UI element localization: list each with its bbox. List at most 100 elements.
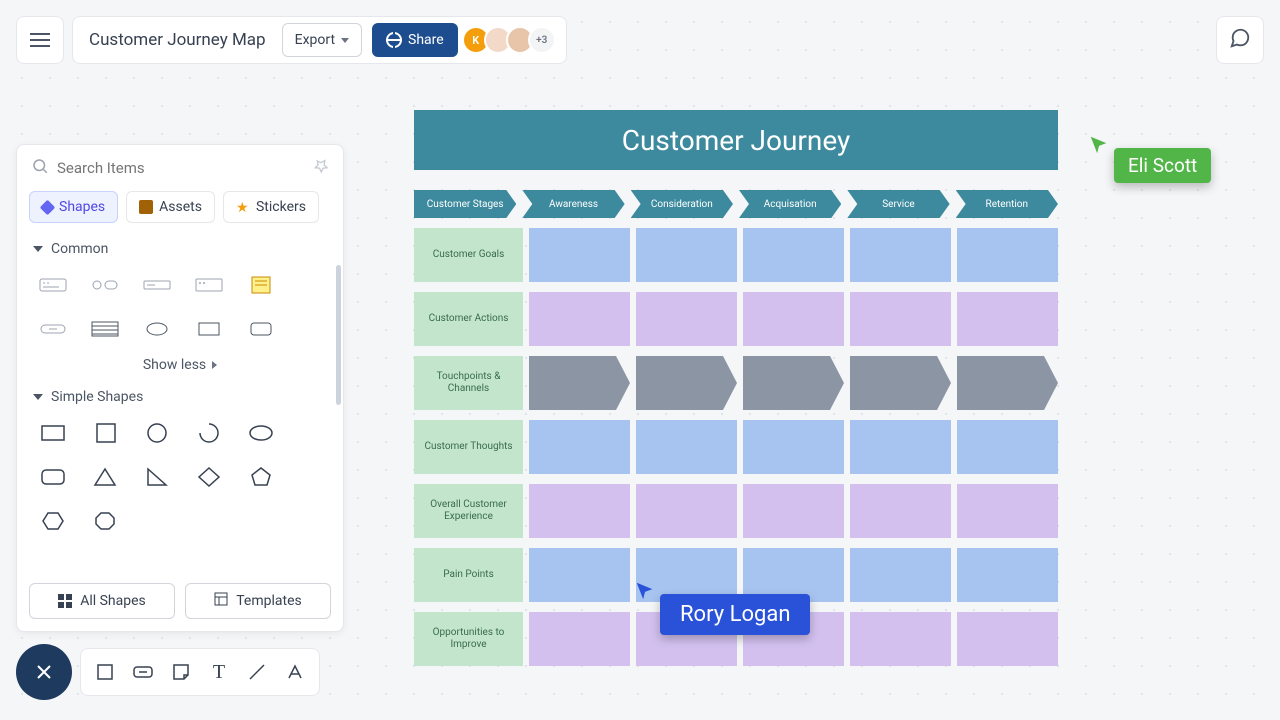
board-cell[interactable]: [529, 484, 630, 538]
board-cell[interactable]: [529, 292, 630, 346]
board-cell[interactable]: [529, 612, 630, 666]
all-shapes-button[interactable]: All Shapes: [29, 583, 175, 619]
board-cell[interactable]: [850, 420, 951, 474]
shape-connector[interactable]: [89, 273, 121, 297]
shape-rectangle[interactable]: [37, 421, 69, 445]
board-cell[interactable]: [850, 548, 951, 602]
search-icon: [31, 157, 49, 179]
board-cell[interactable]: [529, 356, 630, 410]
stage-header[interactable]: Consideration: [631, 190, 733, 218]
board-cell[interactable]: [529, 548, 630, 602]
tool-line[interactable]: [245, 660, 269, 684]
board-cell[interactable]: [743, 484, 844, 538]
shape-pentagon[interactable]: [245, 465, 277, 489]
tool-text[interactable]: T: [207, 660, 231, 684]
avatar-more[interactable]: +3: [528, 26, 556, 54]
row-label[interactable]: Touchpoints & Channels: [414, 356, 523, 410]
document-title[interactable]: Customer Journey Map: [83, 30, 272, 50]
shape-button[interactable]: [37, 317, 69, 341]
tool-rectangle[interactable]: [93, 660, 117, 684]
tab-shapes[interactable]: Shapes: [29, 191, 118, 223]
shape-octagon[interactable]: [89, 509, 121, 533]
templates-button[interactable]: Templates: [185, 583, 331, 619]
tool-pen[interactable]: [283, 660, 307, 684]
board-cell[interactable]: [957, 228, 1058, 282]
shape-card[interactable]: [193, 273, 225, 297]
show-less-label: Show less: [143, 357, 206, 373]
shape-right-triangle[interactable]: [141, 465, 173, 489]
close-panel-button[interactable]: [16, 644, 72, 700]
shape-input[interactable]: [141, 273, 173, 297]
comments-button[interactable]: [1216, 16, 1264, 64]
row-label[interactable]: Opportunities to Improve: [414, 612, 523, 666]
board-cell[interactable]: [636, 228, 737, 282]
tab-label: Assets: [159, 199, 202, 215]
export-button[interactable]: Export: [282, 23, 362, 57]
board-cell[interactable]: [743, 228, 844, 282]
board-cell[interactable]: [957, 356, 1058, 410]
tool-button[interactable]: [131, 660, 155, 684]
board-cell[interactable]: [957, 612, 1058, 666]
shape-rect[interactable]: [193, 317, 225, 341]
shape-square[interactable]: [89, 421, 121, 445]
board-cell[interactable]: [850, 292, 951, 346]
row-label[interactable]: Customer Thoughts: [414, 420, 523, 474]
shape-rounded[interactable]: [245, 317, 277, 341]
all-shapes-label: All Shapes: [80, 593, 146, 609]
search-input[interactable]: [57, 159, 305, 177]
stage-header[interactable]: Acquisation: [739, 190, 841, 218]
board-cell[interactable]: [636, 292, 737, 346]
board-cell[interactable]: [743, 292, 844, 346]
board-cell[interactable]: [743, 420, 844, 474]
board-cell[interactable]: [957, 292, 1058, 346]
shape-triangle[interactable]: [89, 465, 121, 489]
tab-stickers[interactable]: ★ Stickers: [223, 191, 319, 223]
export-label: Export: [295, 32, 335, 48]
menu-button[interactable]: [16, 16, 64, 64]
row-label[interactable]: Customer Actions: [414, 292, 523, 346]
board-cell[interactable]: [850, 612, 951, 666]
board-cell[interactable]: [957, 548, 1058, 602]
stage-header[interactable]: Retention: [956, 190, 1058, 218]
shape-oval[interactable]: [245, 421, 277, 445]
board-cell[interactable]: [850, 228, 951, 282]
row-label[interactable]: Customer Goals: [414, 228, 523, 282]
shape-sticky[interactable]: [245, 273, 277, 297]
board-cell[interactable]: [850, 356, 951, 410]
shape-circle[interactable]: [141, 421, 173, 445]
shape-hexagon[interactable]: [37, 509, 69, 533]
board-cell[interactable]: [636, 356, 737, 410]
board-cell[interactable]: [957, 484, 1058, 538]
tool-sticky[interactable]: [169, 660, 193, 684]
shape-diamond[interactable]: [193, 465, 225, 489]
board-cell[interactable]: [529, 228, 630, 282]
briefcase-icon: [139, 200, 153, 214]
board-cell[interactable]: [636, 484, 737, 538]
board-cell[interactable]: [743, 356, 844, 410]
pin-icon[interactable]: [313, 158, 329, 178]
shape-ellipse[interactable]: [141, 317, 173, 341]
shape-roundrect[interactable]: [37, 465, 69, 489]
board-title[interactable]: Customer Journey: [414, 110, 1058, 170]
show-less-button[interactable]: Show less: [17, 349, 343, 381]
scrollbar[interactable]: [336, 265, 341, 405]
board-cell[interactable]: [636, 420, 737, 474]
shape-keyboard[interactable]: [37, 273, 69, 297]
stage-header[interactable]: Service: [847, 190, 949, 218]
section-simple[interactable]: Simple Shapes: [17, 381, 343, 413]
board-cell[interactable]: [957, 420, 1058, 474]
collaborator-avatars[interactable]: K +3: [468, 26, 556, 54]
row-label[interactable]: Pain Points: [414, 548, 523, 602]
row-label[interactable]: Overall Customer Experience: [414, 484, 523, 538]
templates-label: Templates: [236, 593, 302, 609]
tab-assets[interactable]: Assets: [126, 191, 215, 223]
board-row: Customer Actions: [414, 292, 1058, 346]
share-button[interactable]: Share: [372, 23, 458, 57]
stage-header[interactable]: Awareness: [522, 190, 624, 218]
board-cell[interactable]: [850, 484, 951, 538]
shape-arc[interactable]: [193, 421, 225, 445]
stage-header[interactable]: Customer Stages: [414, 190, 516, 218]
section-common[interactable]: Common: [17, 233, 343, 265]
shape-table[interactable]: [89, 317, 121, 341]
board-cell[interactable]: [529, 420, 630, 474]
